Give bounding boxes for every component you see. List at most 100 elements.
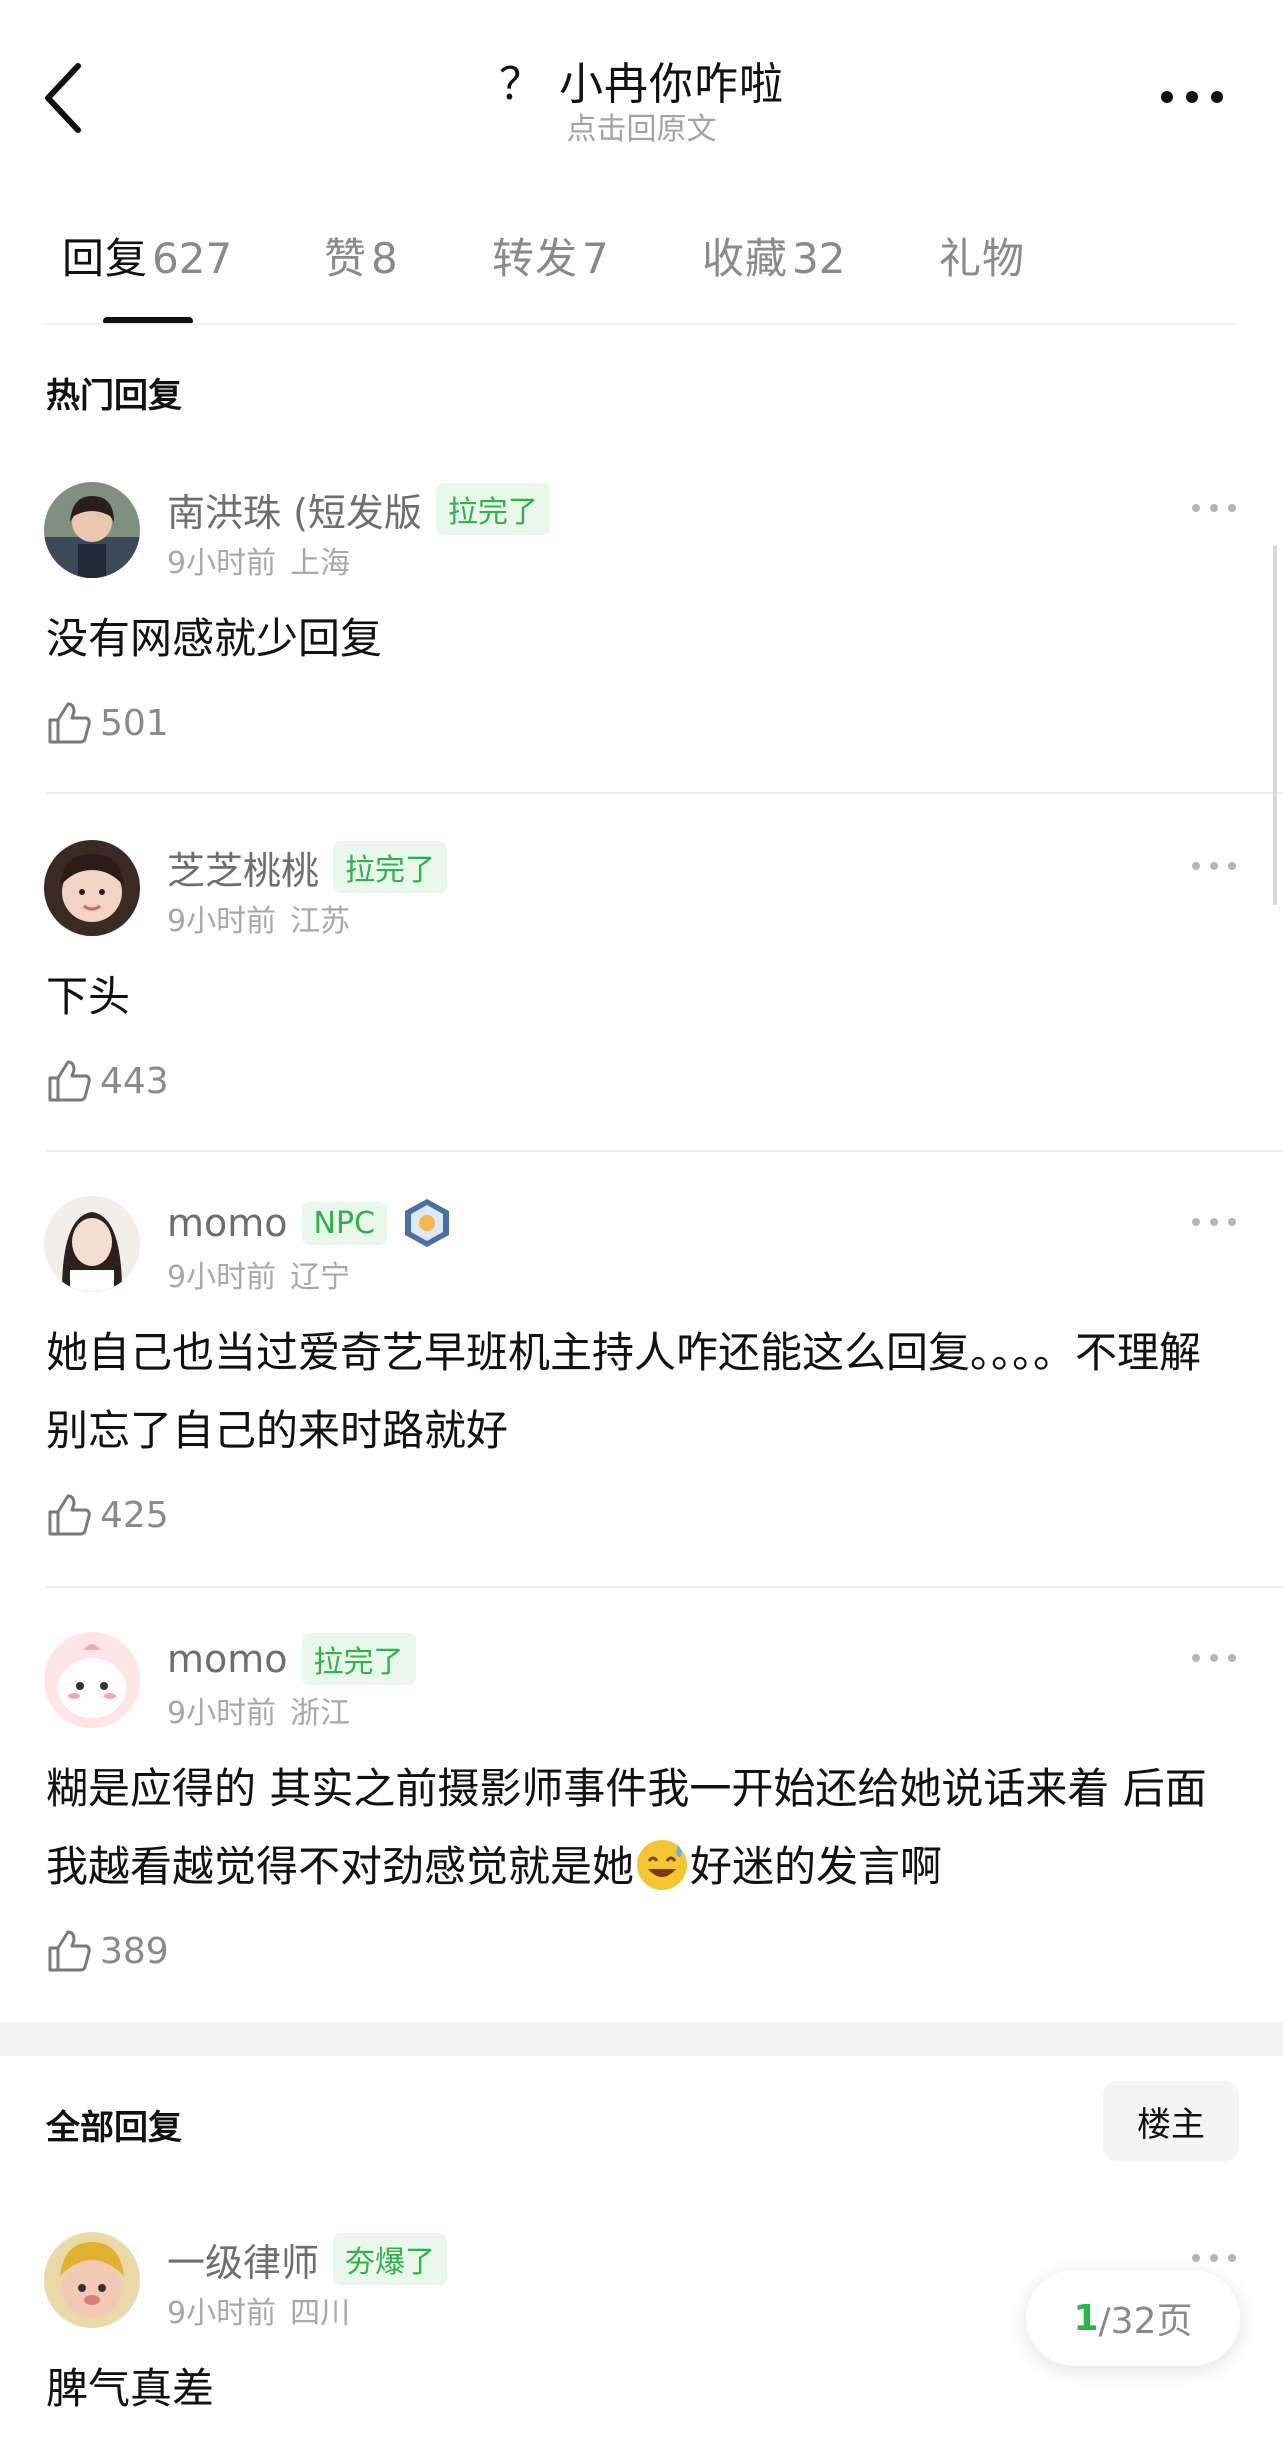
like-count: 501 <box>100 702 169 744</box>
comment-time: 9小时前 <box>167 546 277 581</box>
comment-divider <box>46 792 1283 794</box>
header: ？ 小冉你咋啦 点击回原文 <box>0 0 1283 200</box>
hot-replies-title: 热门回复 <box>46 376 182 416</box>
thumb-up-icon <box>48 1060 91 1102</box>
like-button[interactable]: 501 <box>46 698 169 748</box>
avatar-image <box>44 840 140 936</box>
comment-meta: 9小时前 上海 <box>167 538 350 582</box>
tab-replies[interactable]: 回复627 <box>62 225 232 286</box>
comment-text-part: 好迷的发言啊 <box>690 1842 943 1891</box>
tab-bar: 回复627 赞8 转发7 收藏32 礼物 <box>46 225 1236 325</box>
comment-text: 下头 <box>46 972 131 1021</box>
tabs-divider <box>46 323 1236 325</box>
tab-gifts[interactable]: 礼物 <box>939 225 1025 286</box>
comment-more-button[interactable] <box>1189 1212 1239 1232</box>
comment-meta: 9小时前 江苏 <box>167 896 350 940</box>
like-count: 389 <box>100 1930 169 1972</box>
tab-label: 赞 <box>324 234 368 283</box>
more-options-button[interactable] <box>1157 82 1227 112</box>
user-badge: 拉完了 <box>301 1633 416 1685</box>
tab-likes[interactable]: 赞8 <box>324 225 398 286</box>
post-title[interactable]: ？ 小冉你咋啦 <box>0 48 1283 112</box>
reply-page: ？ 小冉你咋啦 点击回原文 回复627 赞8 转发7 收藏32 礼物 热门回复 <box>0 0 1283 2441</box>
comment-text-part: 糊是应得的 其实之前摄影师事件我一开始还给她说话来着 后面我越看越觉得不对劲感觉… <box>46 1764 1207 1891</box>
comment-location: 辽宁 <box>290 1260 351 1295</box>
tab-reposts[interactable]: 转发7 <box>492 225 609 286</box>
comment-divider <box>46 1150 1283 1152</box>
tab-favorites[interactable]: 收藏32 <box>702 225 845 286</box>
comment-item: 南洪珠 (短发版 拉完了 9小时前 上海 没有网感就少回复 501 <box>0 482 1283 792</box>
thumb-up-icon <box>48 702 91 744</box>
comment-divider <box>46 1586 1283 1588</box>
more-icon <box>1192 1218 1236 1226</box>
more-icon <box>1192 504 1236 512</box>
tab-label: 转发 <box>492 234 579 283</box>
comment-text: 糊是应得的 其实之前摄影师事件我一开始还给她说话来着 后面我越看越觉得不对劲感觉… <box>46 1750 1246 1906</box>
total-pages: /32页 <box>1098 2301 1193 2342</box>
user-badge: 夯爆了 <box>333 2233 448 2285</box>
comment-item: 芝芝桃桃 拉完了 9小时前 江苏 下头 443 <box>0 840 1283 1150</box>
like-button[interactable]: 425 <box>46 1490 169 1540</box>
username[interactable]: momo <box>167 1201 288 1245</box>
comment-more-button[interactable] <box>1189 856 1239 876</box>
comment-location: 浙江 <box>290 1696 351 1731</box>
avatar-image <box>44 1632 140 1728</box>
user-badge: 拉完了 <box>333 841 448 893</box>
comment-time: 9小时前 <box>167 904 277 939</box>
scrollbar[interactable] <box>1273 545 1277 905</box>
tab-count: 627 <box>152 234 233 283</box>
tab-label: 回复 <box>62 234 149 283</box>
tab-count: 8 <box>371 234 398 283</box>
username[interactable]: 芝芝桃桃 <box>167 840 319 895</box>
user-line: 一级律师 夯爆了 <box>167 2232 448 2287</box>
op-only-filter-button[interactable]: 楼主 <box>1103 2081 1239 2161</box>
all-replies-title: 全部回复 <box>46 2108 182 2148</box>
comment-more-button[interactable] <box>1189 2248 1239 2268</box>
level-medal-icon <box>405 1199 450 1247</box>
user-line: 芝芝桃桃 拉完了 <box>167 840 448 895</box>
avatar[interactable] <box>44 1632 140 1728</box>
user-badge: 拉完了 <box>435 483 550 535</box>
comment-time: 9小时前 <box>167 1696 277 1731</box>
section-separator <box>0 2022 1283 2056</box>
like-button[interactable]: 443 <box>46 1056 169 1106</box>
like-button[interactable]: 389 <box>46 1926 169 1976</box>
comment-location: 四川 <box>290 2296 351 2331</box>
comment-meta: 9小时前 辽宁 <box>167 1252 350 1296</box>
user-line: 南洪珠 (短发版 拉完了 <box>167 482 550 537</box>
username[interactable]: momo <box>167 1637 288 1681</box>
more-icon <box>1161 91 1223 103</box>
more-icon <box>1192 862 1236 870</box>
thumb-up-icon <box>48 1494 91 1536</box>
tab-count: 32 <box>792 234 846 283</box>
avatar[interactable] <box>44 2232 140 2328</box>
comment-item: momo NPC 9小时前 辽宁 她自己也当过爱奇艺早班机主持人咋还能这么回复。。… <box>0 1196 1283 1586</box>
sweat-smile-emoji <box>637 1840 688 1890</box>
thumb-up-icon <box>48 1930 91 1972</box>
back-to-original-link[interactable]: 点击回原文 <box>0 104 1283 148</box>
username[interactable]: 南洪珠 (短发版 <box>167 482 422 537</box>
comment-text: 没有网感就少回复 <box>46 614 383 663</box>
avatar[interactable] <box>44 840 140 936</box>
comment-time: 9小时前 <box>167 2296 277 2331</box>
more-icon <box>1192 2254 1236 2262</box>
comment-more-button[interactable] <box>1189 1648 1239 1668</box>
tab-count: 7 <box>582 234 609 283</box>
user-badge: NPC <box>301 1201 388 1245</box>
comment-text: 她自己也当过爱奇艺早班机主持人咋还能这么回复。。。。不理解 别忘了自己的来时路就… <box>46 1328 1202 1455</box>
comment-location: 上海 <box>290 546 351 581</box>
like-count: 443 <box>100 1060 169 1102</box>
page-indicator[interactable]: 1/32页 <box>1026 2270 1240 2366</box>
current-page: 1 <box>1073 2297 1099 2339</box>
avatar-image <box>44 1196 140 1292</box>
user-line: momo NPC <box>167 1198 453 1248</box>
username[interactable]: 一级律师 <box>167 2232 319 2287</box>
tab-label: 收藏 <box>702 234 789 283</box>
avatar[interactable] <box>44 482 140 578</box>
comment-item: momo 拉完了 9小时前 浙江 糊是应得的 其实之前摄影师事件我一开始还给她说话… <box>0 1632 1283 2022</box>
comment-time: 9小时前 <box>167 1260 277 1295</box>
comment-more-button[interactable] <box>1189 498 1239 518</box>
avatar-image <box>44 482 140 578</box>
avatar[interactable] <box>44 1196 140 1292</box>
comment-meta: 9小时前 浙江 <box>167 1688 350 1732</box>
